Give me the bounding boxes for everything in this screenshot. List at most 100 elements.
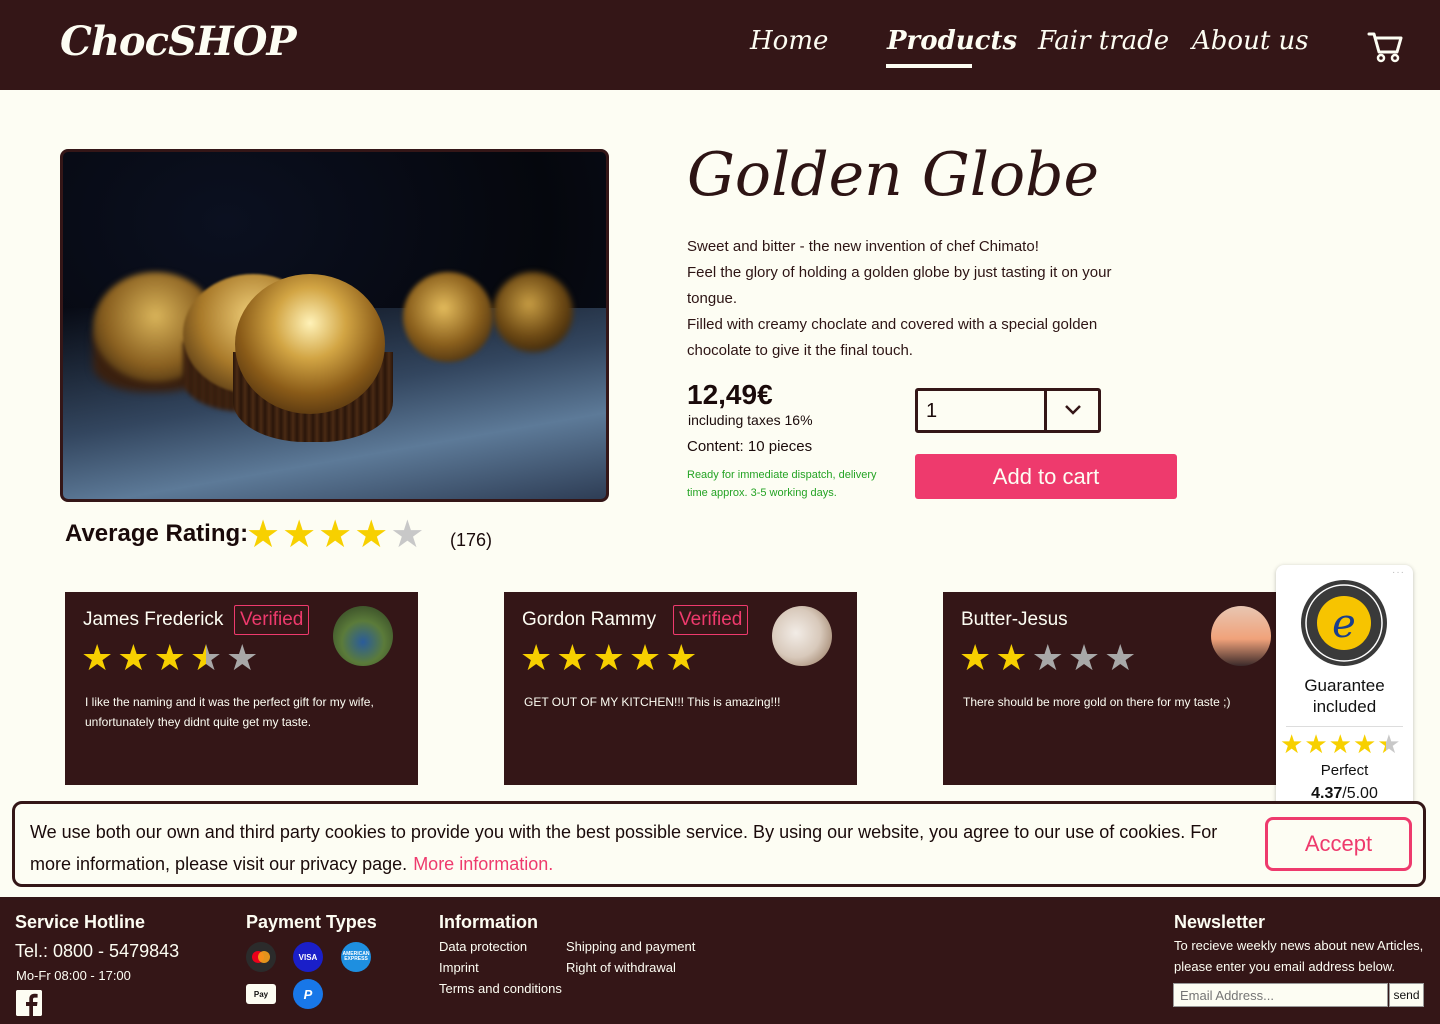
nav-home[interactable]: Home <box>750 26 828 56</box>
american-express-icon: AMERICAN EXPRESS <box>341 942 371 972</box>
trust-score-max: /5.00 <box>1342 785 1378 802</box>
payment-heading: Payment Types <box>246 912 377 932</box>
review-stars: ★ ★ ★ ★ ★ <box>520 640 701 676</box>
content-info: Content: 10 pieces <box>687 438 813 455</box>
description-line: Feel the glory of holding a golden globe… <box>687 264 1112 307</box>
star-icon: ★ <box>628 637 662 678</box>
reviewer-name: Butter-Jesus <box>961 609 1068 630</box>
mastercard-icon <box>246 942 276 972</box>
trust-stars: ★ ★ ★ ★ ★ <box>1280 731 1402 757</box>
rating-count: (176) <box>450 530 493 550</box>
star-icon: ★ <box>1352 729 1377 759</box>
quantity-value: 1 <box>926 400 938 422</box>
review-stars: ★ ★ ★ ★ ★ <box>81 640 262 676</box>
tax-info: including taxes 16% <box>688 412 813 428</box>
star-icon: ★ <box>226 637 259 678</box>
verified-badge: Verified <box>234 605 310 635</box>
add-to-cart-button[interactable]: Add to cart <box>915 454 1177 499</box>
logo[interactable]: ChocSHOP <box>60 18 297 65</box>
nav-products[interactable]: Products <box>887 26 1017 56</box>
review-text: GET OUT OF MY KITCHEN!!! This is amazing… <box>524 695 781 709</box>
star-icon: ★ <box>153 637 186 678</box>
more-options-icon[interactable]: ··· <box>1392 567 1405 578</box>
star-icon: ★ <box>1067 637 1101 678</box>
star-icon: ★ <box>282 514 317 556</box>
nav-fair-trade[interactable]: Fair trade <box>1038 26 1169 56</box>
footer-link-terms[interactable]: Terms and conditions <box>439 981 562 996</box>
star-icon: ★ <box>1328 729 1352 759</box>
star-icon: ★ <box>556 637 589 678</box>
apple-pay-icon: Pay <box>246 984 276 1004</box>
avatar <box>333 606 393 666</box>
hotline-hours: Mo-Fr 08:00 - 17:00 <box>16 968 131 983</box>
cookie-text: We use both our own and third party cook… <box>30 816 1250 880</box>
nav-about-us[interactable]: About us <box>1192 26 1309 56</box>
divider <box>1286 726 1403 727</box>
select-divider <box>1044 391 1047 430</box>
star-icon: ★ <box>81 637 114 678</box>
footer-link-data-protection[interactable]: Data protection <box>439 939 527 954</box>
chevron-down-icon[interactable] <box>1064 403 1082 417</box>
trust-label: Perfect <box>1320 762 1369 779</box>
svg-text:e: e <box>1332 601 1356 647</box>
review-card: Gordon Rammy Verified ★ ★ ★ ★ ★ GET OUT OF M… <box>504 592 857 785</box>
nav-active-underline <box>886 64 972 68</box>
description-line: Filled with creamy choclate and covered … <box>687 316 1098 359</box>
site-header: ChocSHOP Home Products Fair trade About … <box>0 0 1440 90</box>
paypal-icon: P <box>293 979 323 1009</box>
star-icon: ★ <box>1031 637 1064 678</box>
more-information-link[interactable]: More information. <box>413 854 553 874</box>
product-title: Golden Globe <box>687 140 1100 210</box>
product-description: Sweet and bitter - the new invention of … <box>687 234 1147 364</box>
facebook-icon[interactable] <box>16 990 42 1016</box>
star-icon: ★ <box>1304 729 1328 759</box>
review-text: There should be more gold on there for m… <box>963 695 1231 709</box>
star-icon: ★ <box>390 514 425 556</box>
accept-cookies-button[interactable]: Accept <box>1265 817 1412 871</box>
star-icon: ★ <box>354 514 389 556</box>
star-icon: ★ <box>959 637 992 678</box>
hotline-heading: Service Hotline <box>15 912 146 932</box>
newsletter-send-button[interactable]: send <box>1389 983 1424 1007</box>
description-line: Sweet and bitter - the new invention of … <box>687 238 1039 255</box>
information-heading: Information <box>439 912 538 932</box>
quantity-select[interactable]: 1 <box>915 388 1101 433</box>
average-rating-stars: ★ ★ ★ ★ ★ <box>246 516 426 554</box>
review-text: I like the naming and it was the perfect… <box>85 695 374 729</box>
star-icon: ★ <box>246 514 281 556</box>
footer-link-withdrawal[interactable]: Right of withdrawal <box>566 960 676 975</box>
dispatch-info: Ready for immediate dispatch, delivery t… <box>687 469 877 499</box>
trust-guarantee-text: Guarantee included <box>1304 676 1385 716</box>
product-image <box>60 149 609 502</box>
star-icon: ★ <box>520 637 553 678</box>
reviewer-name: Gordon Rammy <box>522 609 657 630</box>
visa-icon: VISA <box>293 942 323 972</box>
star-icon: ★ <box>1377 729 1401 759</box>
review-card: James Frederick Verified ★ ★ ★ ★ ★ I like th… <box>65 592 418 785</box>
newsletter-text: To recieve weekly news about new Article… <box>1174 938 1424 974</box>
avatar <box>1211 606 1271 666</box>
avatar <box>772 606 832 666</box>
average-rating-label: Average Rating: <box>65 520 249 547</box>
footer-link-shipping[interactable]: Shipping and payment <box>566 939 695 954</box>
trusted-shops-badge[interactable]: ··· e Guarantee included ★ ★ ★ ★ ★ Perfect 4… <box>1276 565 1413 811</box>
praline-shape <box>235 274 385 414</box>
star-icon: ★ <box>189 637 223 678</box>
star-icon: ★ <box>665 637 698 678</box>
star-icon: ★ <box>1104 637 1137 678</box>
reviewer-name: James Frederick <box>83 609 224 630</box>
newsletter-email-input[interactable] <box>1173 983 1388 1007</box>
cookie-message: We use both our own and third party cook… <box>30 822 1218 874</box>
trust-score-value: 4.37 <box>1311 785 1343 802</box>
cookie-banner: We use both our own and third party cook… <box>12 801 1426 887</box>
shopping-cart-icon[interactable] <box>1366 26 1404 64</box>
star-icon: ★ <box>1280 729 1304 759</box>
star-icon: ★ <box>592 637 625 678</box>
product-price: 12,49€ <box>687 379 773 410</box>
footer-link-imprint[interactable]: Imprint <box>439 960 479 975</box>
review-card: Butter-Jesus ★ ★ ★ ★ ★ There should be more … <box>943 592 1296 785</box>
star-icon: ★ <box>318 514 353 556</box>
review-stars: ★ ★ ★ ★ ★ <box>959 640 1140 676</box>
hotline-phone: Tel.: 0800 - 5479843 <box>15 941 180 961</box>
trusted-shops-seal-icon: e <box>1301 580 1387 666</box>
